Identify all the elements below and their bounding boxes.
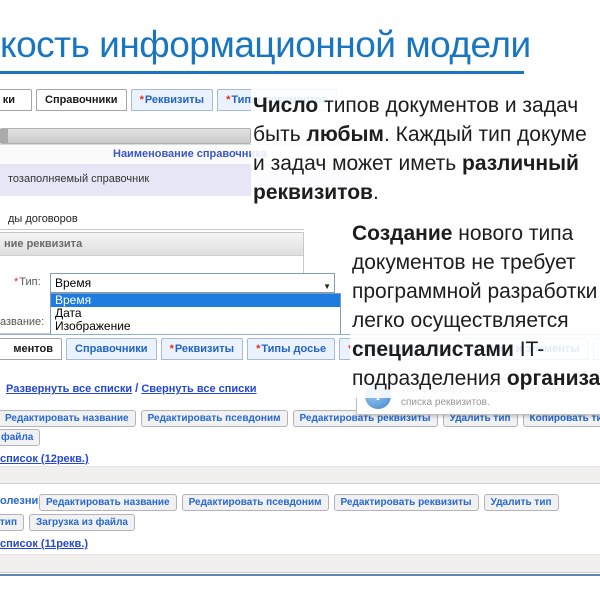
tab-active-dokumentov[interactable]: ментов [0,338,62,360]
dropdown-option-vremya[interactable]: Время [51,294,340,307]
type-select[interactable]: Время ▼ [50,273,335,293]
row-label: тозаполняемый справочник [8,173,149,185]
creation-textbox: Создание нового типа документов не требу… [350,215,600,398]
list-11-link[interactable]: список (11рекв.) [0,538,88,550]
dropdown-option-izobrazhenie[interactable]: Изображение [51,320,340,333]
footer-line [0,574,600,576]
required-asterisk: * [170,343,174,355]
tab-spravochniki[interactable]: Справочники [36,89,127,111]
table-header-label: Наименование справочника [113,148,267,160]
edit-attributes-button[interactable]: Редактировать реквизиты [334,494,479,511]
required-asterisk: * [256,343,260,355]
section2-button-row: Редактировать название Редактировать псе… [39,494,559,511]
list-12-link[interactable]: список (12рекв.) [0,453,89,465]
tooltip-text-line2: списка реквизитов. [401,397,490,408]
title-underline [0,71,524,74]
type-select-value: Время [55,276,91,290]
required-asterisk: * [226,94,230,106]
intro-textbox: Число типов документов и задач быть любы… [251,88,600,215]
tab-cut-left[interactable]: ки [0,89,32,111]
tab-rekvizity[interactable]: *Реквизиты [161,338,244,360]
type-dropdown-list: Время Дата Изображение [50,293,341,334]
edit-name-button[interactable]: Редактировать название [0,410,136,427]
section2-title: олезни [0,495,38,507]
required-asterisk: * [14,276,18,288]
edit-name-button[interactable]: Редактировать название [39,494,177,511]
panel-title: ние реквизита [0,233,303,256]
section-divider-band [0,554,600,573]
copy-type-button-cut[interactable]: ь тип [0,514,24,531]
load-from-file-button[interactable]: файла [0,429,40,446]
list-toggle-links: Развернуть все списки/Свернуть все списк… [6,383,257,395]
collapse-all-link[interactable]: Свернуть все списки [141,383,256,395]
section2-button-row2: ь тип Загрузка из файла [0,514,135,531]
scrollbar-thumb[interactable] [0,129,8,143]
edit-alias-button[interactable]: Редактировать псевдоним [182,494,329,511]
page-title: кость информационной модели [0,24,531,66]
section1-button-row2: файла [0,429,40,446]
delete-type-button[interactable]: Удалить тип [484,494,559,511]
slide: кость информационной модели ки Справочни… [0,0,600,600]
link-separator: / [135,383,138,395]
row-label: ды договоров [8,213,78,225]
collapsed-scrollbar[interactable] [0,128,251,144]
tab-rekvizity[interactable]: *Реквизиты [131,89,214,111]
load-from-file-button[interactable]: Загрузка из файла [29,514,135,531]
required-asterisk: * [140,94,144,106]
name-field-label: Название: [0,316,44,328]
section-divider-band [0,466,600,484]
tab-tipy-dosye[interactable]: *Типы досье [247,338,335,360]
expand-all-link[interactable]: Развернуть все списки [6,383,132,395]
type-field-label: *Тип: [14,276,41,288]
tab-spravochniki[interactable]: Справочники [66,338,157,360]
edit-alias-button[interactable]: Редактировать псевдоним [141,410,288,427]
